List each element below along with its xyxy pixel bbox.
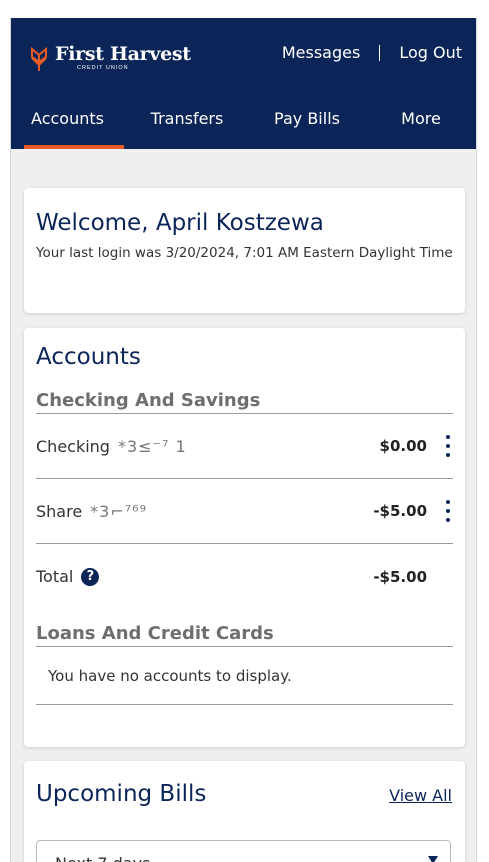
accounts-title: Accounts (36, 344, 141, 370)
tab-transfers[interactable]: Transfers (124, 104, 250, 149)
upcoming-bills-card: Upcoming Bills View All Next 7 days (24, 761, 465, 862)
welcome-card: Welcome, April Kostzewa Your last login … (24, 188, 465, 313)
bills-range-select[interactable]: Next 7 days (36, 840, 451, 862)
tab-more[interactable]: More (364, 104, 476, 149)
account-name: Share (36, 501, 83, 521)
loans-empty-message: You have no accounts to display. (36, 647, 453, 705)
loans-credit-heading: Loans And Credit Cards (36, 623, 453, 647)
welcome-title: Welcome, April Kostzewa (36, 210, 324, 236)
account-number-masked: *3⌐⁷⁶⁹ (90, 501, 147, 521)
account-row-share[interactable]: Share *3⌐⁷⁶⁹ -$5.00 (36, 479, 453, 544)
account-name: Checking (36, 436, 110, 456)
account-row-checking[interactable]: Checking *3≤⁻⁷ 1 $0.00 (36, 414, 453, 479)
account-number-masked: *3≤⁻⁷ 1 (117, 436, 187, 456)
messages-link[interactable]: Messages (282, 43, 360, 62)
main-nav: Accounts Transfers Pay Bills More (11, 104, 476, 149)
brand-logo[interactable]: First Harvest CREDIT UNION (29, 44, 191, 71)
app-frame: First Harvest CREDIT UNION Messages Log … (10, 18, 477, 862)
top-links: Messages Log Out (282, 43, 462, 62)
total-balance: -$5.00 (373, 567, 427, 586)
total-row: Total ? -$5.00 (36, 544, 453, 609)
account-menu-icon[interactable] (443, 435, 453, 457)
header-bar: First Harvest CREDIT UNION Messages Log … (11, 18, 476, 149)
wheat-icon (31, 46, 47, 71)
brand-subtitle: CREDIT UNION (77, 65, 129, 71)
account-menu-icon[interactable] (443, 500, 453, 522)
link-divider (379, 44, 381, 61)
last-login-text: Your last login was 3/20/2024, 7:01 AM E… (36, 245, 453, 261)
accounts-card: Accounts Checking And Savings Checking *… (24, 328, 465, 747)
view-all-link[interactable]: View All (389, 786, 452, 805)
help-icon[interactable]: ? (81, 567, 100, 586)
bills-range-value: Next 7 days (55, 854, 150, 862)
total-label: Total (36, 567, 74, 586)
tab-pay-bills[interactable]: Pay Bills (250, 104, 364, 149)
caret-down-icon (428, 856, 438, 862)
logout-link[interactable]: Log Out (399, 43, 462, 62)
tab-accounts[interactable]: Accounts (11, 104, 124, 149)
account-balance: -$5.00 (373, 502, 427, 520)
account-balance: $0.00 (379, 437, 427, 455)
brand-name: First Harvest (55, 43, 191, 65)
checking-savings-heading: Checking And Savings (36, 390, 453, 414)
